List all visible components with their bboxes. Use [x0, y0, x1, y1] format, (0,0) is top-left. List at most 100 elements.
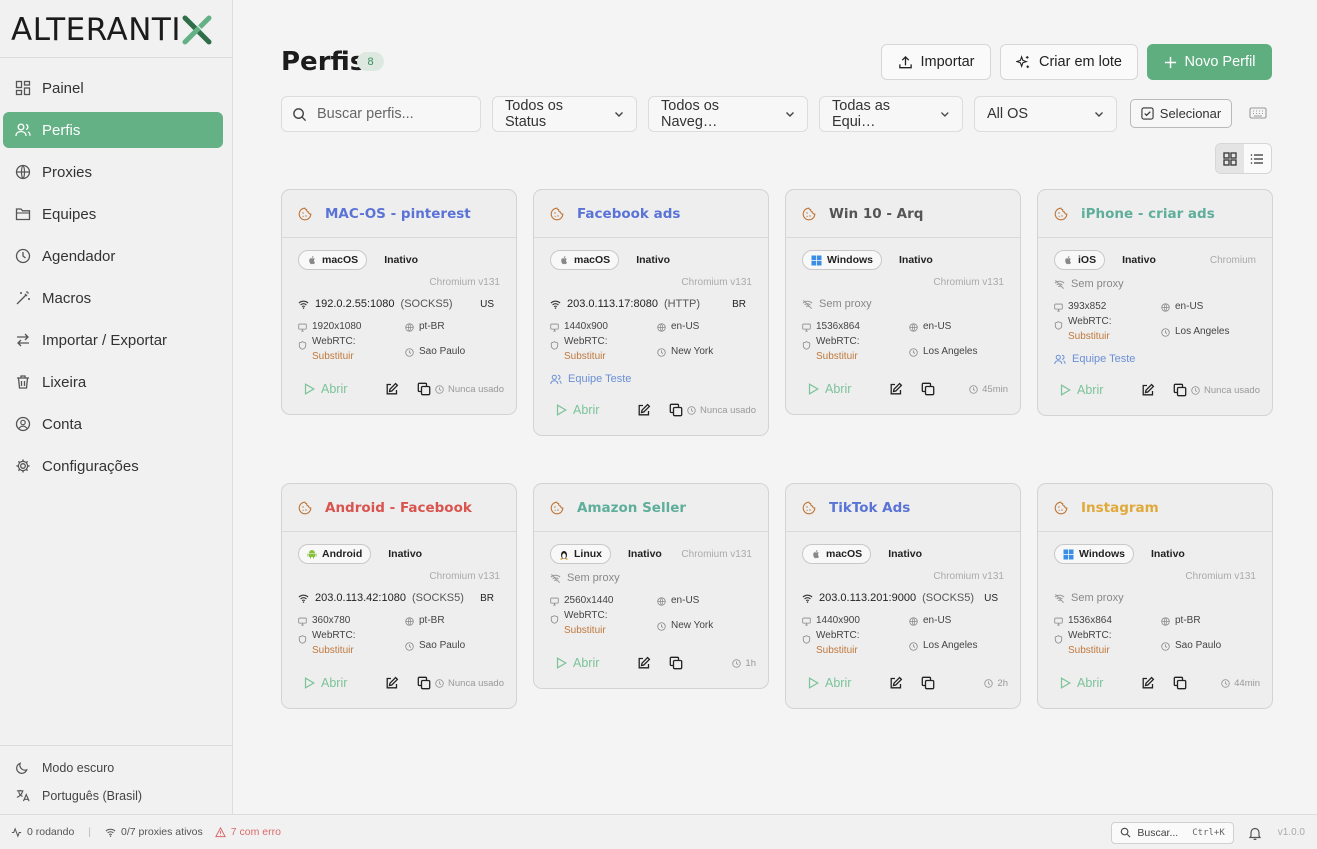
play-icon: [808, 677, 819, 689]
edit-button[interactable]: [1141, 676, 1155, 690]
no-proxy: Sem proxy: [1054, 591, 1256, 605]
sidebar-item-agendador[interactable]: Agendador: [3, 238, 223, 274]
resolution: 1440x900: [550, 321, 657, 332]
open-profile-button[interactable]: Abrir: [1060, 676, 1103, 690]
select-button[interactable]: Selecionar: [1130, 99, 1232, 128]
team-tag[interactable]: Equipe Teste: [1054, 353, 1256, 365]
dark-mode-label: Modo escuro: [42, 761, 115, 775]
no-proxy-label: Sem proxy: [1071, 278, 1124, 290]
sidebar-item-conta[interactable]: Conta: [3, 406, 223, 442]
list-view-button[interactable]: [1244, 144, 1272, 173]
profile-card[interactable]: Instagram Windows Inativo Chromium v131 Sem …: [1037, 483, 1273, 709]
new-profile-button[interactable]: Novo Perfil: [1147, 44, 1272, 80]
edit-button[interactable]: [1141, 383, 1155, 397]
sidebar-item-perfis[interactable]: Perfis: [3, 112, 223, 148]
edit-button[interactable]: [637, 403, 651, 417]
open-profile-button[interactable]: Abrir: [808, 382, 851, 396]
monitor-icon: [298, 617, 307, 626]
profile-name[interactable]: TikTok Ads: [829, 500, 910, 516]
batch-create-button[interactable]: Criar em lote: [1000, 44, 1138, 80]
proxy-country: US: [480, 298, 494, 310]
play-icon: [556, 404, 567, 416]
play-icon: [304, 677, 315, 689]
profile-name[interactable]: MAC-OS - pinterest: [325, 206, 471, 222]
team-filter-value: Todas as Equi…: [832, 98, 891, 130]
profile-name[interactable]: Win 10 - Arq: [829, 206, 923, 222]
command-search-button[interactable]: Buscar... Ctrl+K: [1111, 821, 1234, 844]
windows-icon: [811, 255, 822, 265]
profile-card[interactable]: iPhone - criar ads iOS Inativo Chromium Sem …: [1037, 189, 1273, 416]
profile-name[interactable]: Facebook ads: [577, 206, 680, 222]
chevron-down-icon: [1095, 112, 1103, 117]
sidebar-nav: Painel Perfis Proxies Equipes Agendador Macro…: [0, 58, 232, 484]
grid-view-button[interactable]: [1216, 144, 1244, 173]
profile-card[interactable]: MAC-OS - pinterest macOS Inativo Chromium v…: [281, 189, 517, 415]
card-footer: Abrir 2h: [786, 658, 1020, 708]
sidebar-item-importar-exportar[interactable]: Importar / Exportar: [3, 322, 223, 358]
sidebar-item-label: Agendador: [42, 247, 116, 265]
open-profile-button[interactable]: Abrir: [304, 676, 347, 690]
duplicate-button[interactable]: [921, 676, 935, 690]
edit-button[interactable]: [385, 382, 399, 396]
fingerprint-grid: 360x780 pt-BR WebRTC: Substituir Sao Paulo: [298, 615, 500, 658]
resolution-value: 1536x864: [1068, 615, 1112, 626]
open-profile-button[interactable]: Abrir: [304, 382, 347, 396]
timezone: Sao Paulo: [405, 338, 500, 364]
edit-button[interactable]: [889, 382, 903, 396]
open-profile-button[interactable]: Abrir: [556, 656, 599, 670]
error-status[interactable]: 7 com erro: [214, 826, 281, 838]
os-row: Android Inativo: [298, 544, 500, 564]
duplicate-button[interactable]: [417, 382, 431, 396]
webrtc-mode: Substituir: [1068, 331, 1110, 342]
team-tag[interactable]: Equipe Teste: [550, 373, 752, 385]
open-profile-button[interactable]: Abrir: [808, 676, 851, 690]
open-profile-button[interactable]: Abrir: [1060, 383, 1103, 397]
profile-name[interactable]: Android - Facebook: [325, 500, 472, 516]
edit-button[interactable]: [637, 656, 651, 670]
wand-icon: [14, 289, 32, 307]
sidebar-item-equipes[interactable]: Equipes: [3, 196, 223, 232]
profile-name[interactable]: iPhone - criar ads: [1081, 206, 1215, 222]
proxy-address: 192.0.2.55:1080: [315, 298, 395, 310]
profile-card[interactable]: Android - Facebook Android Inativo Chromium…: [281, 483, 517, 709]
sidebar-item-proxies[interactable]: Proxies: [3, 154, 223, 190]
profile-name[interactable]: Amazon Seller: [577, 500, 686, 516]
search-input[interactable]: [317, 106, 467, 122]
os-filter[interactable]: All OS: [974, 96, 1117, 132]
dark-mode-toggle[interactable]: Modo escuro: [0, 754, 233, 782]
sidebar-item-painel[interactable]: Painel: [3, 70, 223, 106]
duplicate-button[interactable]: [1173, 676, 1187, 690]
profile-card[interactable]: Amazon Seller Linux Inativo Chromium v131 Se…: [533, 483, 769, 689]
bell-icon[interactable]: [1248, 826, 1262, 840]
timezone-value: Sao Paulo: [1175, 639, 1222, 651]
duplicate-button[interactable]: [669, 403, 683, 417]
import-button[interactable]: Importar: [881, 44, 991, 80]
duplicate-button[interactable]: [921, 382, 935, 396]
timezone-value: New York: [671, 345, 714, 357]
sidebar-item-configura-es[interactable]: Configurações: [3, 448, 223, 484]
duplicate-button[interactable]: [669, 656, 683, 670]
sidebar-item-lixeira[interactable]: Lixeira: [3, 364, 223, 400]
logo[interactable]: ALTERANTI: [0, 0, 232, 58]
main-content: Perfis 8 Importar Criar em lote Novo Per…: [233, 0, 1317, 814]
profile-card[interactable]: Facebook ads macOS Inativo Chromium v131 203…: [533, 189, 769, 436]
duplicate-button[interactable]: [1173, 383, 1187, 397]
open-profile-button[interactable]: Abrir: [556, 403, 599, 417]
copy-icon: [670, 656, 683, 670]
card-header: Instagram: [1038, 484, 1272, 532]
shield-icon: [1054, 321, 1063, 330]
profile-name[interactable]: Instagram: [1081, 500, 1159, 516]
chevron-down-icon: [941, 112, 950, 117]
sidebar-item-macros[interactable]: Macros: [3, 280, 223, 316]
team-filter[interactable]: Todas as Equi…: [819, 96, 963, 132]
language-selector[interactable]: Português (Brasil): [0, 782, 233, 810]
status-filter[interactable]: Todos os Status: [492, 96, 637, 132]
edit-button[interactable]: [385, 676, 399, 690]
profile-card[interactable]: TikTok Ads macOS Inativo Chromium v131 203.0…: [785, 483, 1021, 709]
edit-button[interactable]: [889, 676, 903, 690]
keyboard-icon[interactable]: [1249, 105, 1267, 121]
profile-card[interactable]: Win 10 - Arq Windows Inativo Chromium v131 S…: [785, 189, 1021, 415]
browser-filter[interactable]: Todos os Naveg…: [648, 96, 808, 132]
cookie-icon: [1054, 207, 1068, 220]
duplicate-button[interactable]: [417, 676, 431, 690]
